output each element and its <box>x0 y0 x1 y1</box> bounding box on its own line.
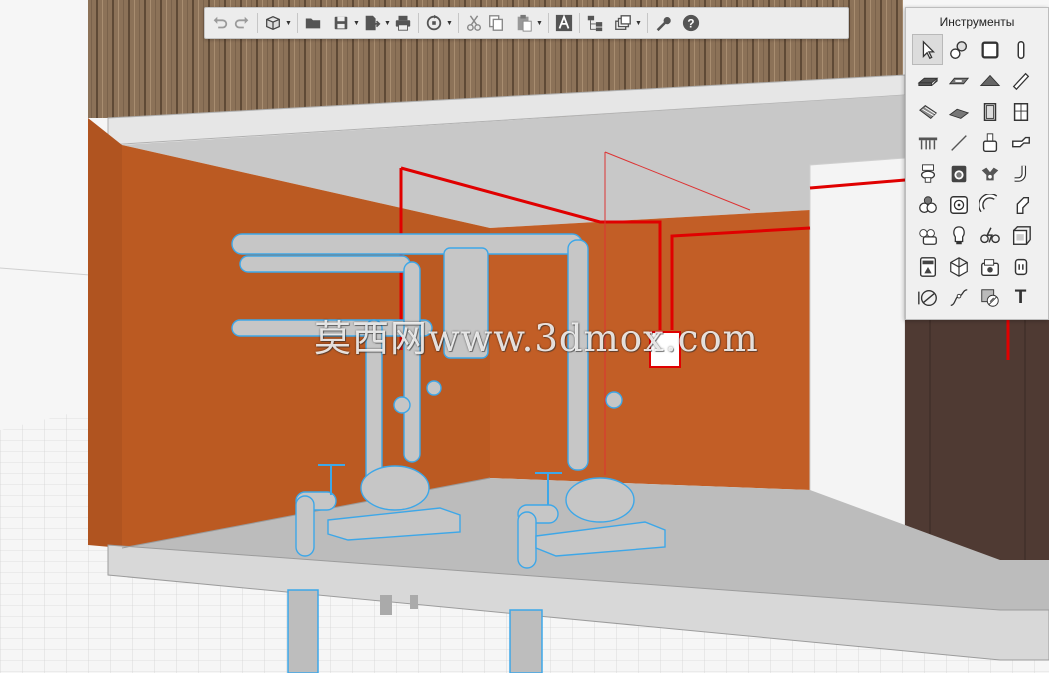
boiler-group-icon[interactable] <box>912 220 943 251</box>
pipe-elbow-icon[interactable] <box>1005 158 1036 189</box>
fan-coil-icon[interactable] <box>943 189 974 220</box>
door-icon[interactable] <box>974 96 1005 127</box>
fire-extinguisher-icon[interactable] <box>912 189 943 220</box>
paste-icon[interactable] <box>513 11 535 35</box>
export-icon[interactable] <box>361 11 383 35</box>
sync-icon[interactable] <box>423 11 445 35</box>
washing-machine-icon[interactable] <box>943 158 974 189</box>
dimension-icon[interactable] <box>912 282 943 313</box>
toolbar-divider <box>418 13 419 33</box>
toolbar-divider <box>548 13 549 33</box>
socket-icon[interactable] <box>1005 251 1036 282</box>
roof-icon[interactable] <box>943 65 974 96</box>
sync-menu-caret[interactable]: ▼ <box>445 11 454 35</box>
wall-icon[interactable] <box>974 34 1005 65</box>
text-icon[interactable]: T <box>1005 282 1036 313</box>
cabinet-icon[interactable] <box>1005 220 1036 251</box>
text-style-icon[interactable] <box>553 11 575 35</box>
toolbar-divider <box>458 13 459 33</box>
duct-elbow-icon[interactable] <box>1005 189 1036 220</box>
watermark: 莫西网www.3dmox.com <box>314 317 759 360</box>
save-icon[interactable] <box>330 11 352 35</box>
hierarchy-icon[interactable] <box>584 11 606 35</box>
valve-icon[interactable] <box>974 158 1005 189</box>
lamp-icon[interactable] <box>943 220 974 251</box>
toilet-icon[interactable] <box>912 158 943 189</box>
pipe-fitting-icon[interactable] <box>974 127 1005 158</box>
open-folder-icon[interactable] <box>302 11 324 35</box>
polyhedron-icon[interactable] <box>943 251 974 282</box>
redo-icon[interactable] <box>231 11 253 35</box>
wrench-icon[interactable] <box>652 11 674 35</box>
duct-icon[interactable] <box>1005 127 1036 158</box>
hatch-icon[interactable] <box>974 282 1005 313</box>
primitives-icon[interactable] <box>943 34 974 65</box>
text-tool-label: T <box>1014 286 1027 308</box>
main-toolbar: ▼ ▼ ▼ ▼ ▼ ▼ ? <box>204 7 849 39</box>
toolbar-divider <box>647 13 648 33</box>
curve-icon[interactable] <box>943 282 974 313</box>
toolbar-divider <box>579 13 580 33</box>
slab-icon[interactable] <box>912 65 943 96</box>
line-icon[interactable] <box>943 127 974 158</box>
layers-menu-caret[interactable]: ▼ <box>634 11 643 35</box>
cut-icon[interactable] <box>463 11 485 35</box>
copy-icon[interactable] <box>485 11 507 35</box>
pipe-bend-icon[interactable] <box>974 189 1005 220</box>
print-icon[interactable] <box>392 11 414 35</box>
save-menu-caret[interactable]: ▼ <box>352 11 361 35</box>
equipment-icon[interactable] <box>974 251 1005 282</box>
railing-icon[interactable] <box>912 127 943 158</box>
layers-icon[interactable] <box>612 11 634 35</box>
column-icon[interactable] <box>1005 34 1036 65</box>
svg-text:?: ? <box>687 18 694 31</box>
tools-grid: T <box>906 34 1048 313</box>
toolbar-divider <box>257 13 258 33</box>
select-arrow-icon[interactable] <box>912 34 943 65</box>
3d-box-icon[interactable] <box>262 11 284 35</box>
beam-icon[interactable] <box>1005 65 1036 96</box>
undo-icon[interactable] <box>209 11 231 35</box>
electric-bike-icon[interactable] <box>974 220 1005 251</box>
tools-panel-title: Инструменты <box>939 15 1015 29</box>
paste-menu-caret[interactable]: ▼ <box>535 11 544 35</box>
3d-box-menu-caret[interactable]: ▼ <box>284 11 293 35</box>
stair-icon[interactable] <box>912 96 943 127</box>
toolbar-divider <box>297 13 298 33</box>
export-menu-caret[interactable]: ▼ <box>383 11 392 35</box>
roof-slope-icon[interactable] <box>974 65 1005 96</box>
window-icon[interactable] <box>1005 96 1036 127</box>
help-icon[interactable]: ? <box>680 11 702 35</box>
tools-panel: Инструменты T <box>905 7 1049 320</box>
panel-board-icon[interactable] <box>912 251 943 282</box>
ramp-icon[interactable] <box>943 96 974 127</box>
